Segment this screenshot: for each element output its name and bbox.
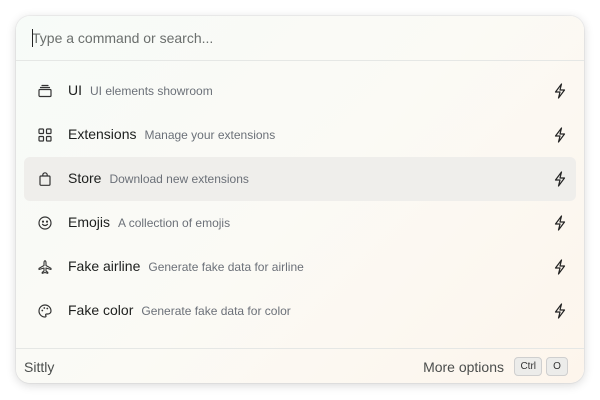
text-caret — [32, 29, 33, 47]
command-title: Store — [68, 170, 102, 186]
shopping-bag-icon — [38, 172, 52, 186]
bolt-icon[interactable] — [553, 215, 567, 231]
search-bar — [16, 16, 584, 61]
bolt-icon[interactable] — [553, 83, 567, 99]
command-title: UI — [68, 82, 82, 98]
shortcut-key-ctrl: Ctrl — [514, 357, 542, 376]
command-list: UI UI elements showroom Extensions Manage … — [24, 69, 576, 333]
command-item-fake-color[interactable]: Fake color Generate fake data for color — [24, 289, 576, 333]
plane-icon — [38, 260, 52, 274]
palette-icon — [38, 304, 52, 318]
app-name: Sittly — [24, 359, 55, 375]
shortcut-key-o: O — [546, 357, 568, 376]
command-item-ui[interactable]: UI UI elements showroom — [24, 69, 576, 113]
command-item-emojis[interactable]: Emojis A collection of emojis — [24, 201, 576, 245]
command-title: Fake airline — [68, 258, 141, 274]
search-input[interactable] — [32, 27, 552, 49]
smiley-icon — [38, 216, 52, 230]
stack-icon — [38, 84, 52, 98]
command-description: UI elements showroom — [90, 84, 213, 98]
command-description: Manage your extensions — [144, 128, 276, 142]
footer-bar: Sittly More options Ctrl O — [16, 348, 584, 383]
command-title: Emojis — [68, 214, 111, 230]
command-description: A collection of emojis — [118, 216, 231, 230]
command-description: Generate fake data for color — [141, 304, 291, 318]
command-description: Download new extensions — [109, 172, 249, 186]
more-options-button[interactable]: More options — [423, 359, 504, 375]
command-item-store[interactable]: Store Download new extensions — [24, 157, 576, 201]
command-description: Generate fake data for airline — [148, 260, 304, 274]
bolt-icon[interactable] — [553, 259, 567, 275]
bolt-icon[interactable] — [553, 303, 567, 319]
command-item-extensions[interactable]: Extensions Manage your extensions — [24, 113, 576, 157]
command-item-fake-airline[interactable]: Fake airline Generate fake data for airli… — [24, 245, 576, 289]
command-title: Extensions — [68, 126, 137, 142]
command-title: Fake color — [68, 302, 134, 318]
bolt-icon[interactable] — [553, 171, 567, 187]
grid-icon — [38, 128, 52, 142]
bolt-icon[interactable] — [553, 127, 567, 143]
command-palette: UI UI elements showroom Extensions Manage … — [16, 16, 584, 383]
